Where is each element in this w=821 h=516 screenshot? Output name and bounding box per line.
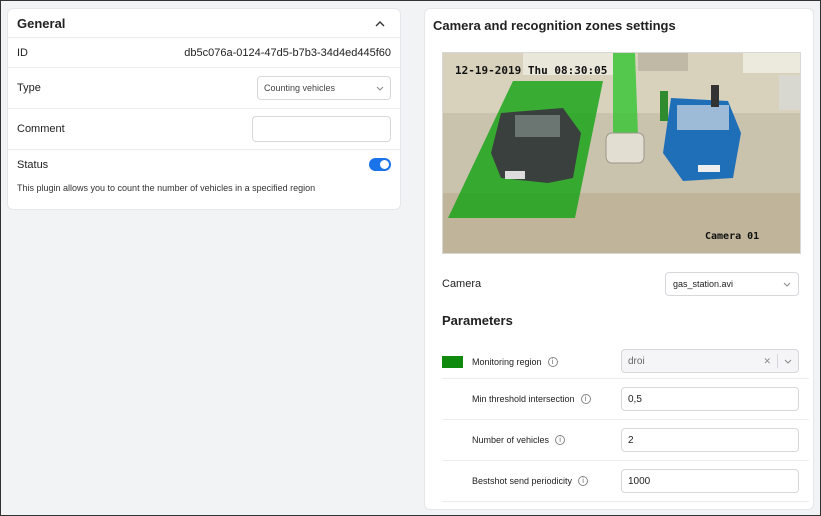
min-threshold-input[interactable]: 0,5 <box>621 387 799 411</box>
id-value: db5c076a-0124-47d5-b7b3-34d4ed445f60 <box>184 46 391 59</box>
id-row: ID db5c076a-0124-47d5-b7b3-34d4ed445f60 <box>8 38 400 68</box>
camera-settings-panel: Camera and recognition zones settings 12… <box>424 8 814 510</box>
window-frame: General ID db5c076a-0124-47d5-b7b3-34d4e… <box>0 0 821 516</box>
monitoring-region-select[interactable]: droi ✕ <box>621 349 799 373</box>
camera-select-value: gas_station.avi <box>673 279 734 289</box>
min-threshold-label: Min threshold intersection <box>472 394 575 404</box>
type-label: Type <box>17 82 41 94</box>
chevron-up-icon[interactable] <box>374 17 386 29</box>
camera-select[interactable]: gas_station.avi <box>665 272 799 296</box>
camera-label: Camera <box>442 278 482 290</box>
clear-icon[interactable]: ✕ <box>763 356 771 367</box>
general-title: General <box>17 15 66 31</box>
monitoring-region-label: Monitoring region <box>472 356 542 367</box>
monitoring-region-row: Monitoring region i droi ✕ <box>442 345 809 379</box>
camera-overlay-label: Camera 01 <box>705 231 760 242</box>
min-threshold-row: Min threshold intersection i 0,5 <box>442 379 809 420</box>
parameters-title: Parameters <box>442 313 513 328</box>
status-toggle[interactable] <box>369 158 391 171</box>
camera-preview[interactable]: 12-19-2019 Thu 08:30:05 Camera 01 <box>442 52 801 254</box>
status-label: Status <box>17 158 49 171</box>
number-of-vehicles-input[interactable]: 2 <box>621 428 799 452</box>
comment-label: Comment <box>17 123 65 135</box>
info-icon[interactable]: i <box>547 356 558 367</box>
region-color-swatch[interactable] <box>442 355 463 368</box>
comment-input[interactable] <box>252 116 391 142</box>
number-of-vehicles-label: Number of vehicles <box>472 435 550 445</box>
bestshot-periodicity-label: Bestshot send periodicity <box>472 476 573 486</box>
plugin-description: This plugin allows you to count the numb… <box>17 183 316 193</box>
bestshot-periodicity-row: Bestshot send periodicity i 1000 <box>442 461 809 502</box>
type-select-value: Counting vehicles <box>264 83 336 93</box>
toggle-knob <box>380 160 389 169</box>
info-icon[interactable]: i <box>578 476 589 486</box>
camera-settings-title: Camera and recognition zones settings <box>433 18 676 33</box>
type-row: Type Counting vehicles <box>8 68 400 109</box>
id-label: ID <box>17 46 28 59</box>
divider <box>777 354 778 368</box>
chevron-down-icon <box>376 83 384 93</box>
general-panel: General ID db5c076a-0124-47d5-b7b3-34d4e… <box>7 8 401 210</box>
chevron-down-icon <box>783 279 791 289</box>
comment-row: Comment <box>8 109 400 150</box>
number-of-vehicles-row: Number of vehicles i 2 <box>442 420 809 461</box>
info-icon[interactable]: i <box>580 394 591 404</box>
camera-row: Camera gas_station.avi <box>442 271 799 297</box>
general-header[interactable]: General <box>8 9 400 38</box>
status-row: Status <box>8 150 400 179</box>
info-icon[interactable]: i <box>555 435 566 445</box>
monitoring-region-value: droi <box>628 355 645 367</box>
type-select[interactable]: Counting vehicles <box>257 76 391 100</box>
camera-timestamp: 12-19-2019 Thu 08:30:05 <box>455 64 608 77</box>
chevron-down-icon[interactable] <box>784 356 792 366</box>
bestshot-periodicity-input[interactable]: 1000 <box>621 469 799 493</box>
camera-scene-image <box>443 53 800 253</box>
